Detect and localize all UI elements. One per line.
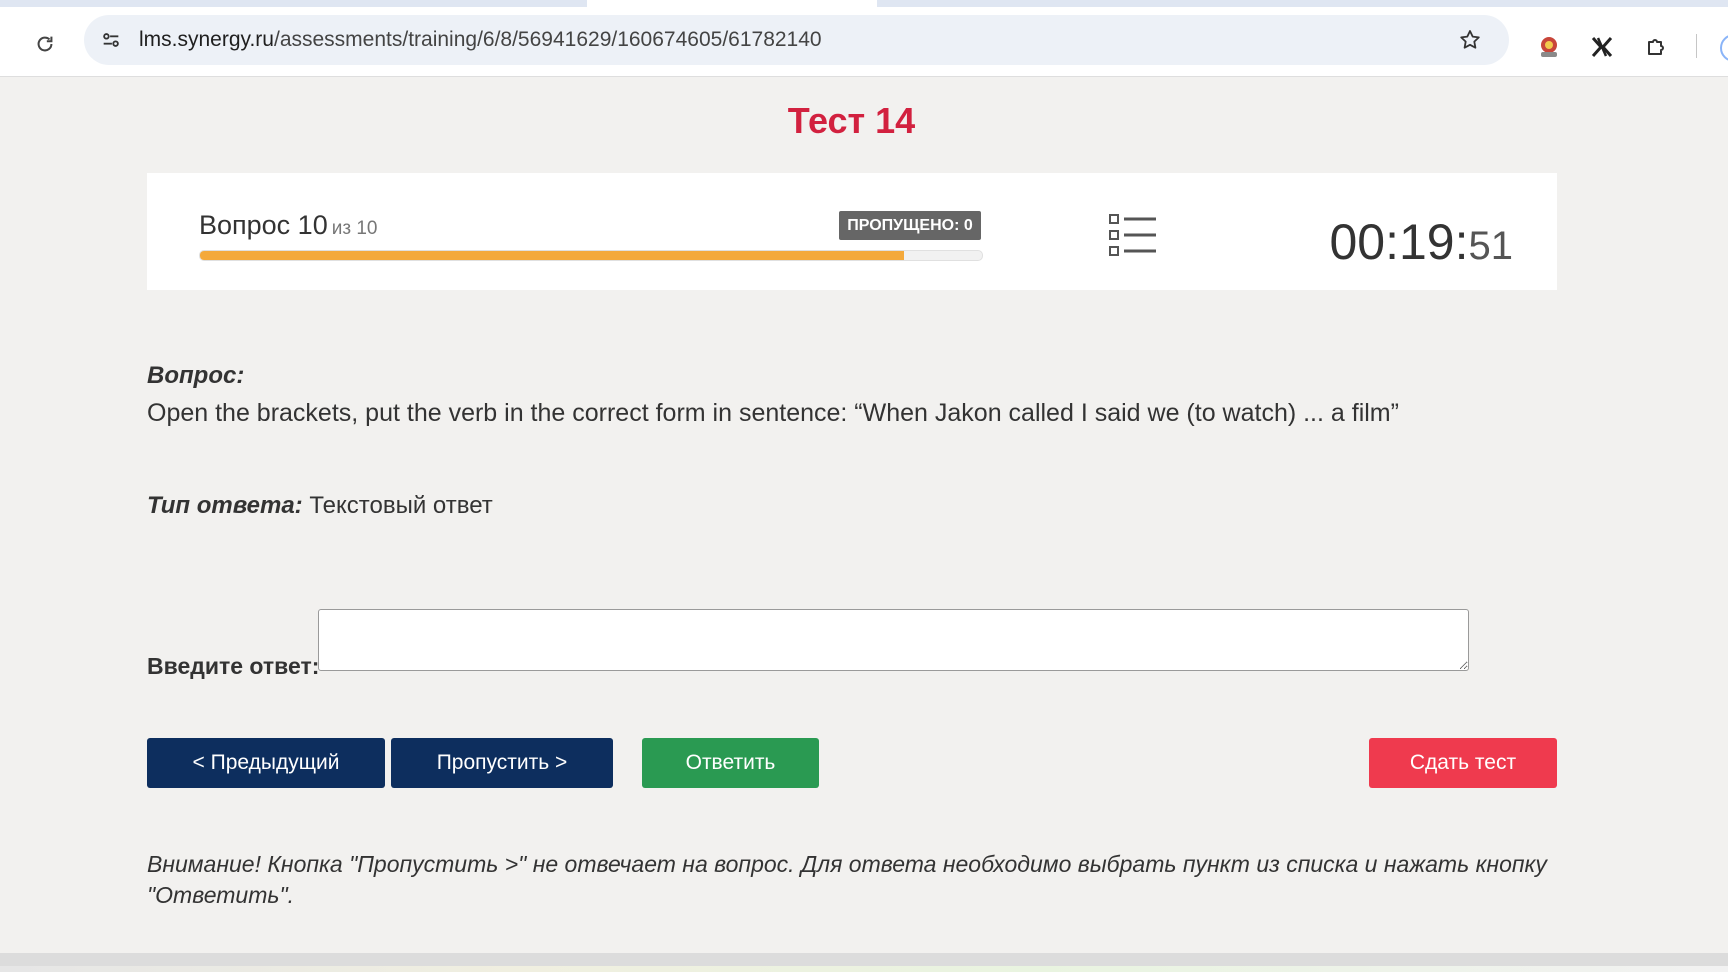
progress-bar-fill [200,251,904,260]
answer-type-label: Тип ответа: [147,492,303,519]
answer-input[interactable] [318,609,1469,671]
timer: 00:19:51 [1329,213,1513,271]
url-text[interactable]: lms.synergy.ru/assessments/training/6/8/… [139,28,822,52]
answer-type: Тип ответа: Текстовый ответ [147,492,493,520]
page-title: Тест 14 [787,100,916,141]
scrollbar-thumb[interactable] [0,966,1728,972]
question-total: из 10 [331,218,378,239]
question-number: Вопрос 10 [199,210,328,240]
bookmark-star-icon[interactable] [1457,27,1483,53]
puzzle-icon[interactable] [1642,32,1672,62]
reload-icon[interactable] [30,29,60,59]
progress-bar [199,250,983,261]
question-heading: Вопрос: [147,362,245,389]
browser-tab-strip [0,0,1728,7]
horizontal-scrollbar[interactable] [0,953,1728,972]
timer-seconds: 51 [1468,224,1514,268]
extension-icon[interactable] [1534,32,1564,62]
url-host: lms.synergy.ru [139,28,274,51]
skip-button[interactable]: Пропустить > [391,738,613,788]
submit-test-button[interactable]: Сдать тест [1369,738,1557,788]
answer-input-label: Введите ответ: [147,653,320,679]
progress-card: Вопрос 10 из 10 ПРОПУЩЕНО: 0 00:19:51 [147,173,1557,290]
question-list-icon[interactable] [1109,213,1157,257]
previous-button[interactable]: < Предыдущий [147,738,385,788]
browser-toolbar: lms.synergy.ru/assessments/training/6/8/… [0,7,1728,77]
answer-type-value: Текстовый ответ [309,492,493,519]
question-text: Open the brackets, put the verb in the c… [147,399,1399,427]
warning-text: Внимание! Кнопка "Пропустить >" не отвеч… [147,851,1547,908]
timer-main: 00:19: [1329,214,1469,270]
question-counter: Вопрос 10 из 10 [199,210,377,241]
skipped-badge: ПРОПУЩЕНО: 0 [839,211,981,240]
address-bar[interactable]: lms.synergy.ru/assessments/training/6/8/… [84,15,1509,65]
answer-button[interactable]: Ответить [642,738,819,788]
profile-avatar[interactable] [1720,34,1728,62]
site-info-icon[interactable] [98,27,124,53]
extension-icon[interactable] [1587,32,1617,62]
url-path: /assessments/training/6/8/56941629/16067… [273,28,822,51]
active-tab[interactable] [587,0,877,7]
toolbar-divider [1696,34,1697,58]
